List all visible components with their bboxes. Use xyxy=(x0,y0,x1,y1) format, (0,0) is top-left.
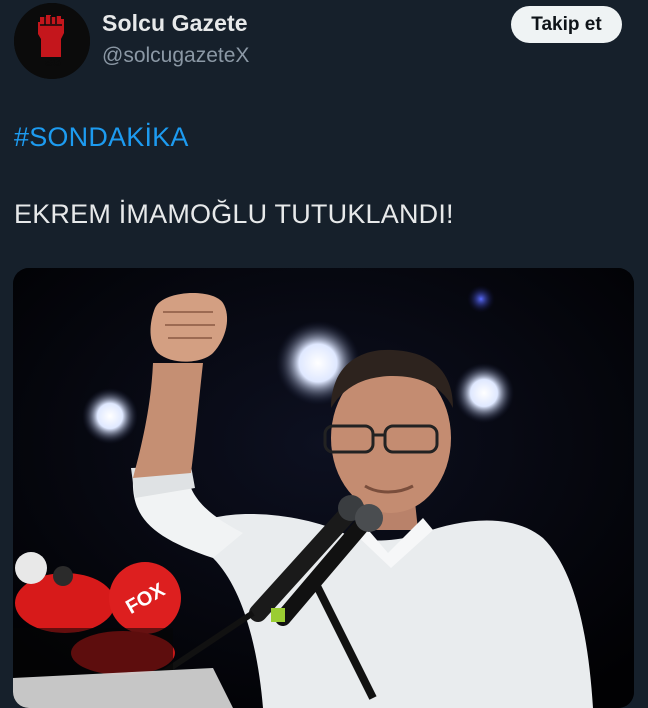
stage-light xyxy=(467,285,495,313)
author-handle[interactable]: @solcugazeteX xyxy=(102,44,249,68)
author-display-name[interactable]: Solcu Gazete xyxy=(102,10,248,37)
tweet-text: EKREM İMAMOĞLU TUTUKLANDI! xyxy=(14,199,454,229)
stage-light xyxy=(454,363,514,423)
speaker-at-microphones-photo: FOX xyxy=(13,268,634,708)
tweet-photo[interactable]: FOX xyxy=(13,268,634,708)
raised-fist-icon: SG xyxy=(14,3,90,79)
follow-button[interactable]: Takip et xyxy=(511,6,622,43)
stage-light xyxy=(82,388,138,444)
hashtag-link[interactable]: #SONDAKİKA xyxy=(14,122,189,153)
tweet-card[interactable]: SG Solcu Gazete @solcugazeteX Takip et #… xyxy=(0,0,648,708)
avatar[interactable]: SG xyxy=(14,3,90,79)
